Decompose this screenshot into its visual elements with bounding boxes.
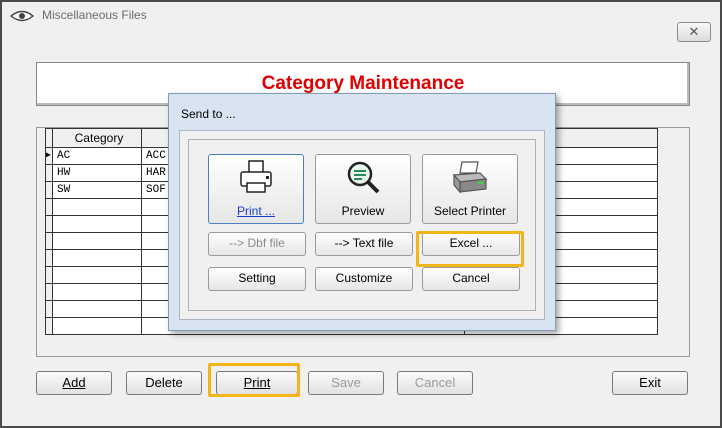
cell-category[interactable] [52, 249, 142, 267]
cell-category[interactable] [52, 266, 142, 284]
dbf-file-button[interactable]: --> Dbf file [208, 232, 306, 256]
cell-category[interactable] [52, 232, 142, 250]
row-indicator-header [45, 128, 53, 148]
cell-category[interactable]: SW [52, 181, 142, 199]
row-selector [45, 198, 53, 216]
dialog-select-printer-button[interactable]: Select Printer [422, 154, 518, 224]
close-button[interactable]: ✕ [677, 22, 711, 42]
cell-category[interactable] [52, 215, 142, 233]
title-bar: Miscellaneous Files [2, 2, 720, 30]
save-button-label: Save [331, 375, 361, 390]
print-button-highlight [208, 363, 300, 397]
row-selector [45, 300, 53, 318]
dialog-print-button[interactable]: Print ... [208, 154, 304, 224]
row-selector-icon: ▶ [45, 147, 53, 165]
cancel-button-label: Cancel [414, 375, 456, 390]
add-button-label: Add [62, 375, 86, 390]
row-selector [45, 181, 53, 199]
save-button[interactable]: Save [308, 371, 384, 395]
send-to-dialog: Send to ... Print ... Preview Select Pri… [168, 93, 556, 331]
row-selector [45, 317, 53, 335]
printer-select-icon [452, 161, 488, 194]
dialog-body: Print ... Preview Select Printer --> Dbf… [179, 130, 545, 320]
row-selector [45, 283, 53, 301]
dialog-preview-label: Preview [341, 204, 385, 218]
setting-button[interactable]: Setting [208, 267, 306, 291]
cell-category[interactable] [52, 300, 142, 318]
row-selector [45, 164, 53, 182]
excel-button-highlight [416, 231, 524, 267]
exit-button-label: Exit [639, 375, 661, 390]
add-button[interactable]: Add [36, 371, 112, 395]
cell-category[interactable] [52, 317, 142, 335]
eye-icon [10, 10, 34, 22]
customize-button[interactable]: Customize [315, 267, 413, 291]
dialog-preview-button[interactable]: Preview [315, 154, 411, 224]
exit-button[interactable]: Exit [612, 371, 688, 395]
page-title: Category Maintenance [261, 73, 465, 94]
cell-category[interactable] [52, 198, 142, 216]
cell-category[interactable] [52, 283, 142, 301]
column-header-category[interactable]: Category [52, 128, 142, 148]
row-selector [45, 232, 53, 250]
window-title: Miscellaneous Files [42, 8, 147, 22]
dialog-print-label: Print ... [236, 204, 275, 218]
output-options-group: Print ... Preview Select Printer --> Dbf… [188, 139, 536, 311]
delete-button[interactable]: Delete [126, 371, 202, 395]
magnifier-icon [347, 161, 380, 194]
cell-category[interactable]: HW [52, 164, 142, 182]
dialog-cancel-button[interactable]: Cancel [422, 267, 520, 291]
dialog-title: Send to ... [181, 107, 236, 121]
row-selector [45, 215, 53, 233]
printer-icon [240, 160, 272, 193]
row-selector [45, 266, 53, 284]
row-selector [45, 249, 53, 267]
cancel-button[interactable]: Cancel [397, 371, 473, 395]
delete-button-label: Delete [145, 375, 183, 390]
cell-category[interactable]: AC [52, 147, 142, 165]
dialog-select-printer-label: Select Printer [433, 204, 507, 218]
text-file-button[interactable]: --> Text file [315, 232, 413, 256]
